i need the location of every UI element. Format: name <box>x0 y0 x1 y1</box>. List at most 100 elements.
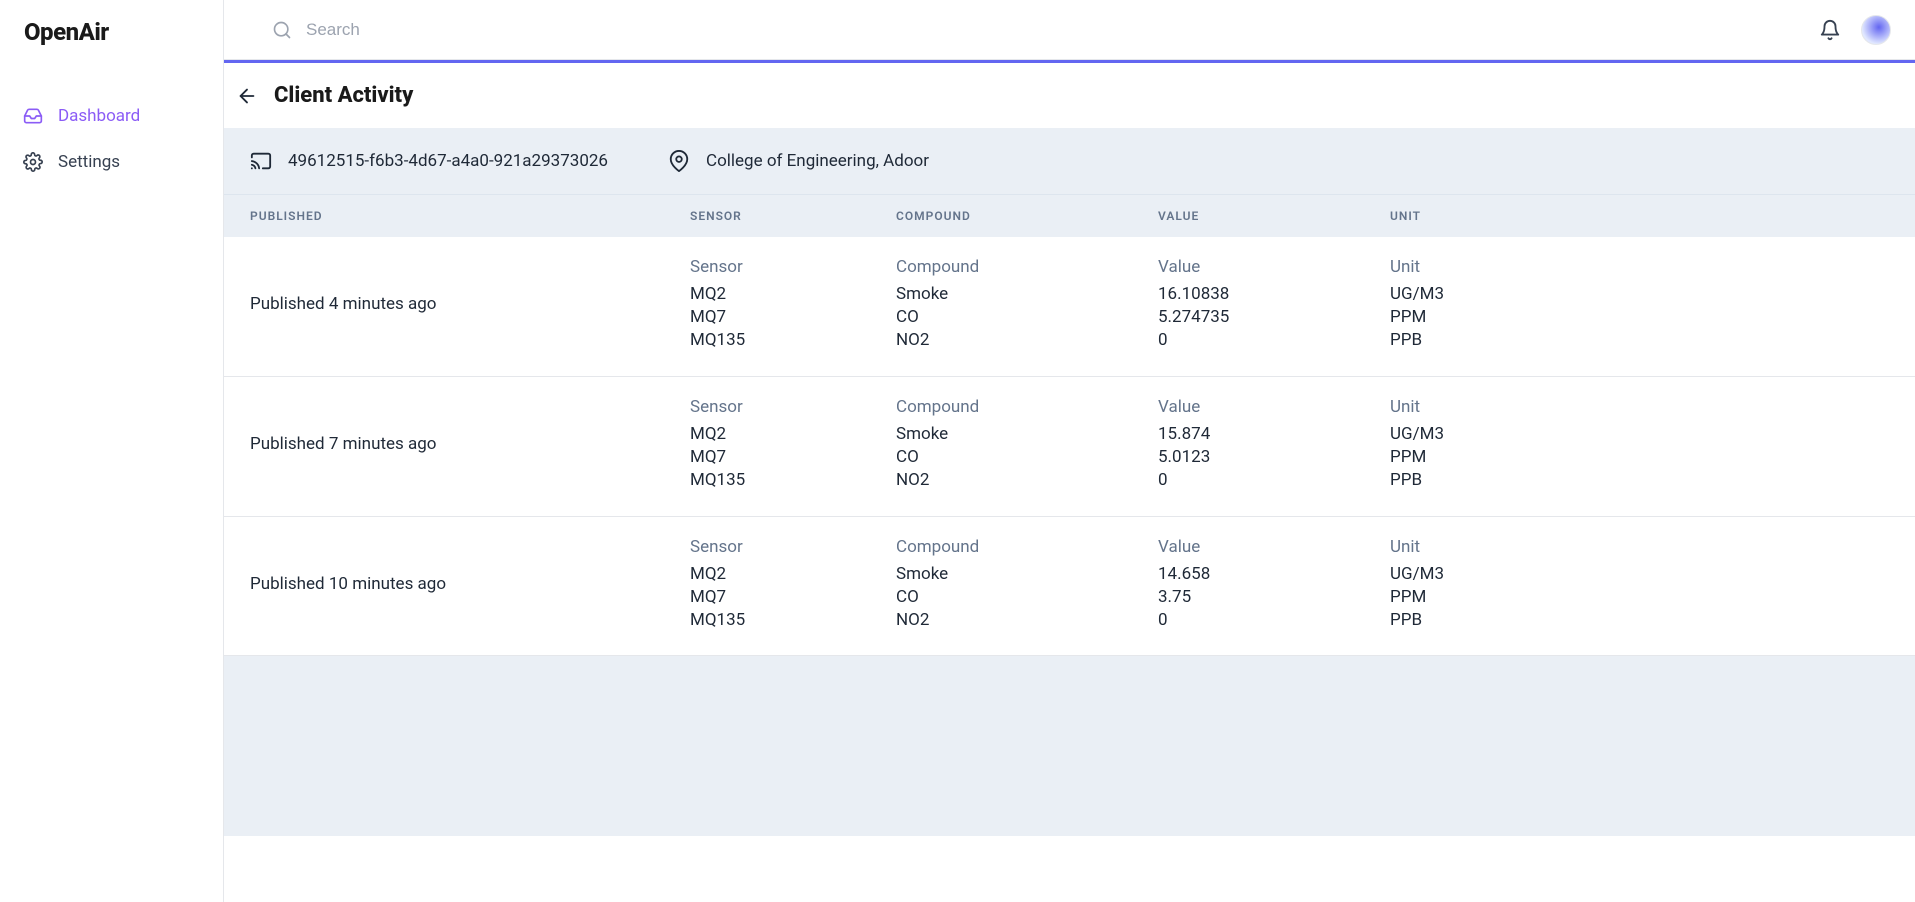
cell-unit: UnitUG/M3PPMPPB <box>1390 397 1889 492</box>
cast-icon <box>250 150 272 172</box>
client-location-value: College of Engineering, Adoor <box>706 151 929 171</box>
cell-value-value: 0 <box>1158 329 1390 352</box>
client-location-item: College of Engineering, Adoor <box>668 150 929 172</box>
cell-compound-value: CO <box>896 306 1158 329</box>
cell-unit: Unit UG/M3PPMPPB <box>1390 257 1889 352</box>
client-info-bar: 49612515-f6b3-4d67-a4a0-921a29373026 Col… <box>224 128 1915 194</box>
cell-compound-value: NO2 <box>896 329 1158 352</box>
cell-value-value: 5.0123 <box>1158 446 1390 469</box>
inbox-icon <box>22 105 44 127</box>
cell-published: Published 7 minutes ago <box>250 434 690 454</box>
search-input[interactable] <box>306 20 606 40</box>
cell-sensor-value: MQ2 <box>690 563 896 586</box>
topbar <box>224 0 1915 60</box>
cell-unit-value: PPM <box>1390 306 1889 329</box>
cell-value-value: 3.75 <box>1158 586 1390 609</box>
cell-published: Published 4 minutes ago <box>250 294 690 314</box>
cell-value: Value 15.8745.01230 <box>1158 397 1390 492</box>
cell-unit: Unit UG/M3PPMPPB <box>1390 537 1889 632</box>
cell-sensor: Sensor MQ2MQ7MQ135 <box>690 537 896 632</box>
cell-compound-value: CO <box>896 446 1158 469</box>
table-row[interactable]: Published 7 minutes agoSensor MQ2MQ7MQ135… <box>224 377 1915 517</box>
th-compound: COMPOUND <box>896 209 1158 223</box>
cell-sensor-value: MQ2 <box>690 283 896 306</box>
sidebar-item-label: Dashboard <box>58 106 140 126</box>
cell-sensor-value: MQ135 <box>690 469 896 492</box>
cell-compound-label: Compound <box>896 537 1158 557</box>
search-icon <box>272 20 292 40</box>
cell-sensor: Sensor MQ2MQ7MQ135 <box>690 257 896 352</box>
client-id-item: 49612515-f6b3-4d67-a4a0-921a29373026 <box>250 150 608 172</box>
cell-unit-value: PPB <box>1390 329 1889 352</box>
table-row[interactable]: Published 4 minutes agoSensor MQ2MQ7MQ135… <box>224 237 1915 377</box>
client-id-value: 49612515-f6b3-4d67-a4a0-921a29373026 <box>288 151 608 171</box>
cell-unit-value: PPB <box>1390 469 1889 492</box>
cell-value-label: Value <box>1158 257 1390 277</box>
topbar-right <box>1819 15 1891 45</box>
cell-published: Published 10 minutes ago <box>250 574 690 594</box>
sidebar: OpenAir Dashboard Set <box>0 0 224 902</box>
footer-space <box>224 656 1915 836</box>
cell-sensor-value: MQ7 <box>690 306 896 329</box>
th-sensor: SENSOR <box>690 209 896 223</box>
page-title: Client Activity <box>274 83 413 108</box>
cell-unit-value: PPB <box>1390 609 1889 632</box>
cell-compound-value: Smoke <box>896 423 1158 446</box>
table-row[interactable]: Published 10 minutes agoSensor MQ2MQ7MQ13… <box>224 517 1915 657</box>
bell-icon[interactable] <box>1819 19 1841 41</box>
sidebar-item-label: Settings <box>58 152 120 172</box>
cell-value-value: 14.658 <box>1158 563 1390 586</box>
sidebar-item-settings[interactable]: Settings <box>0 139 223 185</box>
gear-icon <box>22 151 44 173</box>
cell-sensor: Sensor MQ2MQ7MQ135 <box>690 397 896 492</box>
table-body: Published 4 minutes agoSensorMQ2MQ7MQ135… <box>224 237 1915 656</box>
cell-value-value: 16.10838 <box>1158 283 1390 306</box>
th-value: VALUE <box>1158 209 1390 223</box>
back-icon[interactable] <box>236 85 258 107</box>
sidebar-item-dashboard[interactable]: Dashboard <box>0 93 223 139</box>
app-logo: OpenAir <box>0 0 223 65</box>
cell-sensor-label: Sensor <box>690 397 896 417</box>
th-published: PUBLISHED <box>250 209 690 223</box>
cell-unit-label: Unit <box>1390 257 1889 277</box>
cell-value-label: Value <box>1158 537 1390 557</box>
cell-compound: CompoundSmokeCONO2 <box>896 537 1158 632</box>
cell-sensor-value: MQ7 <box>690 446 896 469</box>
cell-compound-value: Smoke <box>896 283 1158 306</box>
th-unit: UNIT <box>1390 209 1889 223</box>
cell-compound: Compound SmokeCONO2 <box>896 257 1158 352</box>
search-wrap <box>272 20 1819 40</box>
cell-compound: Compound SmokeCONO2 <box>896 397 1158 492</box>
cell-unit-value: UG/M3 <box>1390 423 1889 446</box>
cell-compound-label: Compound <box>896 257 1158 277</box>
cell-unit-value: UG/M3 <box>1390 563 1889 586</box>
cell-compound-value: Smoke <box>896 563 1158 586</box>
cell-sensor-label: Sensor <box>690 257 896 277</box>
cell-value: Value 14.6583.750 <box>1158 537 1390 632</box>
map-pin-icon <box>668 150 690 172</box>
cell-value: Value 16.108385.2747350 <box>1158 257 1390 352</box>
cell-value-value: 5.274735 <box>1158 306 1390 329</box>
cell-sensor-value: MQ135 <box>690 609 896 632</box>
cell-value-value: 15.874 <box>1158 423 1390 446</box>
sidebar-nav: Dashboard Settings <box>0 65 223 185</box>
main-area: Client Activity 49612515-f6b3-4d67-a4a0-… <box>224 0 1915 902</box>
cell-value-value: 0 <box>1158 469 1390 492</box>
cell-unit-value: PPM <box>1390 586 1889 609</box>
app-name: OpenAir <box>24 18 109 46</box>
cell-sensor-label: Sensor <box>690 537 896 557</box>
cell-compound-value: CO <box>896 586 1158 609</box>
cell-sensor-value: MQ2 <box>690 423 896 446</box>
cell-unit-label: Unit <box>1390 537 1889 557</box>
table-header: PUBLISHED SENSOR COMPOUND VALUE UNIT <box>224 194 1915 237</box>
cell-unit-value: UG/M3 <box>1390 283 1889 306</box>
cell-compound-label: Compound <box>896 397 1158 417</box>
cell-sensor-value: MQ7 <box>690 586 896 609</box>
avatar[interactable] <box>1861 15 1891 45</box>
cell-value-value: 0 <box>1158 609 1390 632</box>
cell-compound-value: NO2 <box>896 469 1158 492</box>
page-header: Client Activity <box>224 63 1915 128</box>
cell-sensor-value: MQ135 <box>690 329 896 352</box>
cell-unit-value: PPM <box>1390 446 1889 469</box>
cell-value-label: Value <box>1158 397 1390 417</box>
